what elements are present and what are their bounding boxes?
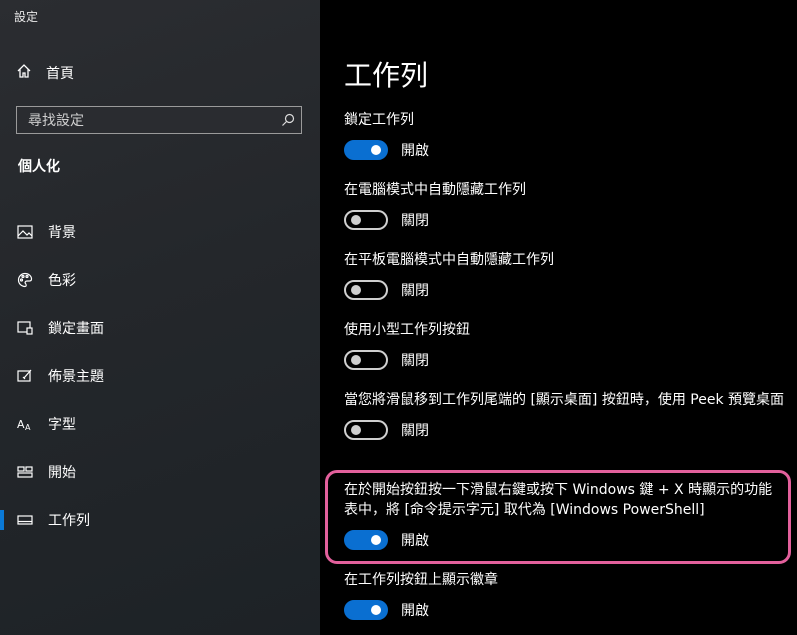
setting-peek: 當您將滑鼠移到工作列尾端的 [顯示桌面] 按鈕時，使用 Peek 預覽桌面 關閉 bbox=[344, 390, 784, 440]
toggle-knob bbox=[351, 215, 361, 225]
small-buttons-toggle[interactable] bbox=[344, 350, 388, 370]
setting-label: 鎖定工作列 bbox=[344, 112, 414, 128]
sidebar: 設定 首頁 尋找設定 個人化 背景 色彩 鎖定畫面 佈景主題 A A 字型 開始… bbox=[0, 0, 320, 635]
app-title: 設定 bbox=[14, 10, 39, 24]
sidebar-item-start[interactable]: 開始 bbox=[0, 448, 320, 496]
sidebar-item-label: 字型 bbox=[48, 417, 76, 433]
font-icon: A A bbox=[16, 415, 34, 433]
home-icon bbox=[16, 63, 32, 83]
sidebar-item-lock-screen[interactable]: 鎖定畫面 bbox=[0, 304, 320, 352]
section-title: 個人化 bbox=[18, 159, 60, 175]
toggle-state-label: 關閉 bbox=[401, 353, 429, 369]
highlight-annotation bbox=[325, 470, 791, 564]
svg-text:A: A bbox=[25, 423, 31, 431]
sidebar-item-label: 佈景主題 bbox=[48, 369, 104, 385]
sidebar-item-themes[interactable]: 佈景主題 bbox=[0, 352, 320, 400]
setting-lock-taskbar: 鎖定工作列 開啟 bbox=[344, 110, 784, 160]
sidebar-item-fonts[interactable]: A A 字型 bbox=[0, 400, 320, 448]
toggle-state-label: 關閉 bbox=[401, 213, 429, 229]
brush-icon bbox=[16, 367, 34, 385]
sidebar-item-label: 鎖定畫面 bbox=[48, 321, 104, 337]
toggle-state-label: 關閉 bbox=[401, 283, 429, 299]
setting-small-buttons: 使用小型工作列按鈕 關閉 bbox=[344, 320, 784, 370]
toggle-state-label: 開啟 bbox=[401, 603, 429, 619]
taskbar-icon bbox=[16, 511, 34, 529]
sidebar-item-label: 工作列 bbox=[48, 513, 90, 529]
image-icon bbox=[16, 223, 34, 241]
sidebar-item-taskbar[interactable]: 工作列 bbox=[0, 496, 320, 544]
sidebar-item-label: 開始 bbox=[48, 465, 76, 481]
home-label: 首頁 bbox=[46, 66, 74, 82]
setting-label: 當您將滑鼠移到工作列尾端的 [顯示桌面] 按鈕時，使用 Peek 預覽桌面 bbox=[344, 392, 785, 408]
search-box[interactable]: 尋找設定 bbox=[16, 106, 302, 134]
setting-label: 使用小型工作列按鈕 bbox=[344, 322, 470, 338]
palette-icon bbox=[16, 271, 34, 289]
page-title: 工作列 bbox=[344, 59, 429, 92]
toggle-knob bbox=[351, 425, 361, 435]
setting-autohide-tablet: 在平板電腦模式中自動隱藏工作列 關閉 bbox=[344, 250, 784, 300]
toggle-knob bbox=[371, 605, 381, 615]
peek-toggle[interactable] bbox=[344, 420, 388, 440]
toggle-state-label: 關閉 bbox=[401, 423, 429, 439]
autohide-desktop-toggle[interactable] bbox=[344, 210, 388, 230]
setting-label: 在電腦模式中自動隱藏工作列 bbox=[344, 182, 526, 198]
sidebar-item-background[interactable]: 背景 bbox=[0, 208, 320, 256]
search-input[interactable]: 尋找設定 bbox=[17, 110, 275, 130]
sidebar-item-colors[interactable]: 色彩 bbox=[0, 256, 320, 304]
toggle-knob bbox=[371, 145, 381, 155]
svg-text:A: A bbox=[17, 418, 25, 431]
autohide-tablet-toggle[interactable] bbox=[344, 280, 388, 300]
home-link[interactable]: 首頁 bbox=[16, 62, 74, 84]
start-icon bbox=[16, 463, 34, 481]
sidebar-nav: 背景 色彩 鎖定畫面 佈景主題 A A 字型 開始 工作列 bbox=[0, 208, 320, 544]
badges-toggle[interactable] bbox=[344, 600, 388, 620]
toggle-knob bbox=[351, 355, 361, 365]
setting-badges: 在工作列按鈕上顯示徽章 開啟 bbox=[344, 570, 784, 620]
sidebar-item-label: 背景 bbox=[48, 225, 76, 241]
sidebar-item-label: 色彩 bbox=[48, 273, 76, 289]
search-icon[interactable] bbox=[275, 113, 301, 127]
setting-label: 在平板電腦模式中自動隱藏工作列 bbox=[344, 252, 554, 268]
setting-label: 在工作列按鈕上顯示徽章 bbox=[344, 572, 498, 588]
toggle-state-label: 開啟 bbox=[401, 143, 429, 159]
lock-taskbar-toggle[interactable] bbox=[344, 140, 388, 160]
toggle-knob bbox=[351, 285, 361, 295]
setting-autohide-desktop: 在電腦模式中自動隱藏工作列 關閉 bbox=[344, 180, 784, 230]
lock-screen-icon bbox=[16, 319, 34, 337]
